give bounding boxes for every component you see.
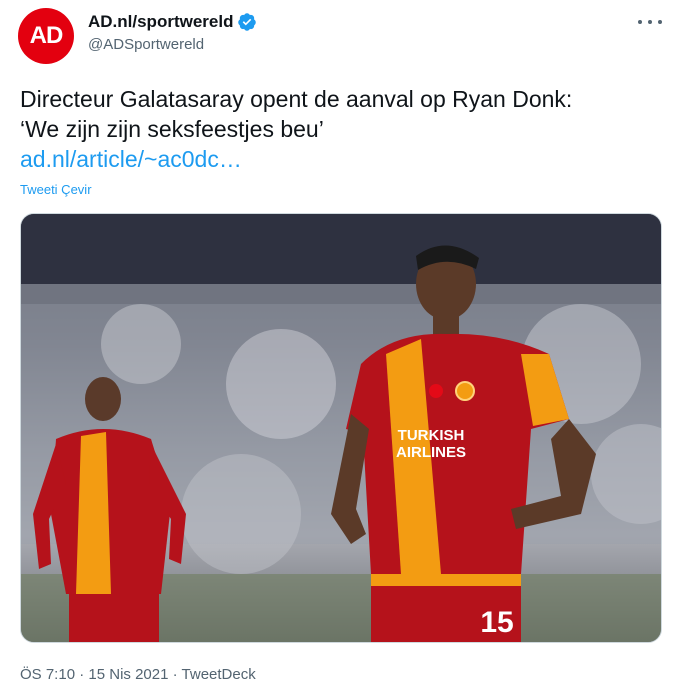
meta-separator-1: ·	[79, 666, 85, 683]
tweet-time[interactable]: ÖS 7:10	[20, 666, 75, 683]
tweet-text-line-2: ‘We zijn zijn seksfeestjes beu’	[20, 116, 324, 142]
shirt-number: 15	[480, 606, 513, 639]
account-handle[interactable]: @ADSportwereld	[88, 36, 204, 53]
football-player-photo: TURKISH AIRLINES 15	[21, 214, 661, 642]
more-options-icon[interactable]	[638, 12, 662, 32]
tweet-text-line-1: Directeur Galatasaray opent de aanval op…	[20, 86, 573, 112]
meta-separator-2: ·	[172, 666, 178, 683]
tweet-source[interactable]: TweetDeck	[182, 666, 256, 683]
tweet-text: Directeur Galatasaray opent de aanval op…	[20, 84, 670, 174]
article-link[interactable]: ad.nl/article/~ac0dc…	[20, 144, 670, 174]
verified-badge-icon	[238, 13, 257, 31]
tweet-photo[interactable]: TURKISH AIRLINES 15	[20, 213, 662, 643]
tweet-card: AD AD.nl/sportwereld @ADSportwereld Dire…	[0, 0, 700, 694]
display-name[interactable]: AD.nl/sportwereld	[88, 12, 233, 32]
avatar[interactable]: AD	[18, 8, 74, 64]
shirt-sponsor-line-1: TURKISH	[398, 427, 465, 444]
author-name-row[interactable]: AD.nl/sportwereld	[88, 12, 257, 32]
avatar-logo-text: AD	[29, 22, 64, 49]
tweet-meta: ÖS 7:10 · 15 Nis 2021 · TweetDeck	[20, 666, 256, 683]
translate-tweet-link[interactable]: Tweeti Çevir	[20, 182, 92, 197]
tweet-date[interactable]: 15 Nis 2021	[88, 666, 168, 683]
shirt-sponsor-line-2: AIRLINES	[396, 444, 466, 461]
